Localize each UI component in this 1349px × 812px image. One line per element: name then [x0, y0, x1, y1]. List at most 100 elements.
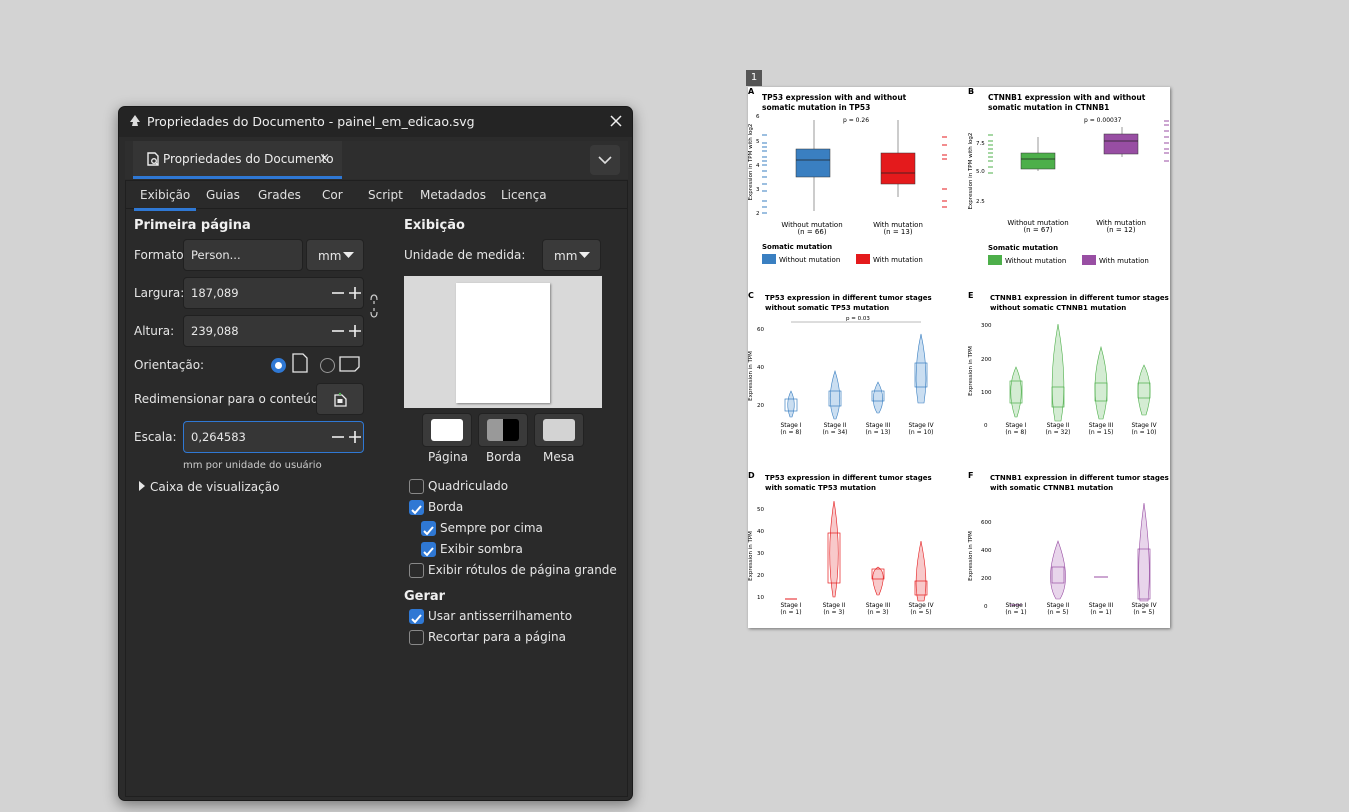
y-tick: 50 [757, 507, 764, 513]
tab-exibicao[interactable]: Exibição [133, 188, 197, 211]
scale-unit-hint: mm por unidade do usuário [183, 460, 322, 471]
height-spinbutton[interactable]: 239,088 [183, 315, 364, 347]
dock-tab-document-properties[interactable]: Propriedades do Documento × [133, 141, 342, 179]
check-icon [411, 614, 422, 624]
plus-icon[interactable] [348, 430, 362, 444]
chevron-right-icon[interactable] [138, 481, 146, 491]
lock-ratio-chain-icon[interactable] [369, 293, 379, 319]
portrait-radio[interactable] [271, 358, 286, 373]
p-value: p = 0.26 [843, 117, 869, 124]
minus-icon[interactable] [331, 286, 345, 300]
panel-letter: E [968, 291, 973, 300]
stage-label: Stage IV [1131, 422, 1157, 429]
y-axis-label: Expression in TPM with log2 [748, 124, 754, 201]
dock-menu-button[interactable] [590, 145, 620, 175]
stage-label: Stage II [1047, 602, 1070, 609]
scale-label: Escala: [134, 430, 177, 444]
clip-to-page-checkbox[interactable] [409, 630, 424, 645]
stage-label: Stage I [780, 602, 801, 609]
desk-color-button[interactable] [534, 413, 584, 447]
antialiasing-checkbox[interactable] [409, 609, 424, 624]
antialiasing-label: Usar antisserrilhamento [428, 609, 573, 623]
format-combo[interactable]: Person... [183, 239, 303, 271]
close-icon[interactable] [607, 112, 625, 130]
page-number-badge: 1 [746, 70, 762, 86]
x-n: (n = 67) [1023, 226, 1052, 234]
panel-subtitle: without somatic TP53 mutation [765, 304, 889, 312]
tab-script[interactable]: Script [368, 188, 403, 202]
landscape-radio[interactable] [320, 358, 335, 373]
tab-metadados[interactable]: Metadados [420, 188, 486, 202]
x-n: (n = 66) [797, 228, 826, 236]
y-tick: 5.0 [976, 169, 985, 175]
tab-guias[interactable]: Guias [206, 188, 240, 202]
legend-item: Without mutation [779, 256, 840, 264]
dock-tab-bar: Propriedades do Documento × [125, 141, 628, 179]
y-ticks: 6 5 4 3 2 [756, 114, 760, 217]
stage-n: (n = 1) [1005, 609, 1026, 616]
viewbox-expander[interactable]: Caixa de visualização [150, 480, 279, 494]
stage-label: Stage II [824, 422, 847, 429]
panel-subtitle: somatic mutation in TP53 [762, 103, 870, 112]
legend-swatch [762, 254, 776, 264]
stage-n: (n = 8) [780, 429, 801, 436]
legend-item: Without mutation [1005, 257, 1066, 265]
format-value: Person... [191, 248, 241, 262]
plus-icon[interactable] [348, 324, 362, 338]
y-axis-label: Expression in TPM [968, 531, 974, 581]
box-with-mutation [1103, 133, 1139, 155]
panel-title: CTNNB1 expression in different tumor sta… [990, 294, 1169, 302]
tab-grades[interactable]: Grades [258, 188, 301, 202]
border-checkbox[interactable] [409, 500, 424, 515]
checkerboard-checkbox[interactable] [409, 479, 424, 494]
y-tick: 20 [757, 403, 764, 409]
tab-licenca[interactable]: Licença [501, 188, 547, 202]
legend-swatch [856, 254, 870, 264]
y-tick: 3 [756, 187, 760, 193]
stage-n: (n = 15) [1089, 429, 1114, 436]
stage-n: (n = 5) [1133, 609, 1154, 616]
page-color-button[interactable] [422, 413, 472, 447]
desk-color-swatch [543, 419, 575, 441]
show-shadow-label: Exibir sombra [440, 542, 523, 556]
page-swatch-label: Página [428, 450, 468, 464]
border-color-button[interactable] [478, 413, 528, 447]
show-shadow-checkbox[interactable] [421, 542, 436, 557]
legend-item: With mutation [1099, 257, 1149, 265]
resize-to-content-button[interactable] [316, 383, 364, 415]
y-tick: 30 [757, 551, 764, 557]
stage-label: Stage III [866, 602, 891, 609]
width-label: Largura: [134, 286, 185, 300]
width-spinbutton[interactable]: 187,089 [183, 277, 364, 309]
dock-tab-label: Propriedades do Documento [163, 152, 334, 166]
window-title: Propriedades do Documento - painel_em_ed… [147, 114, 475, 129]
panel-title: CTNNB1 expression in different tumor sta… [990, 474, 1169, 482]
document-properties-dialog: Propriedades do Documento - painel_em_ed… [118, 106, 633, 801]
stage-label: Stage IV [1131, 602, 1157, 609]
tab-cor[interactable]: Cor [322, 188, 343, 202]
minus-icon[interactable] [331, 430, 345, 444]
panel-f: F CTNNB1 expression in different tumor s… [968, 471, 1169, 616]
x-n: (n = 12) [1106, 226, 1135, 234]
panel-title: TP53 expression in different tumor stage… [765, 474, 932, 482]
legend-swatch [1082, 255, 1096, 265]
display-unit-dropdown[interactable]: mm [542, 239, 601, 271]
minus-icon[interactable] [331, 324, 345, 338]
panel-letter: C [748, 291, 754, 300]
plus-icon[interactable] [348, 286, 362, 300]
display-unit-value: mm [554, 249, 578, 263]
border-color-swatch [487, 419, 519, 441]
always-on-top-checkbox[interactable] [421, 521, 436, 536]
canvas-page[interactable]: A TP53 expression with and without somat… [748, 87, 1170, 628]
scale-spinbutton[interactable]: 0,264583 [183, 421, 364, 453]
rug-right [942, 136, 947, 208]
panel-letter: F [968, 471, 973, 480]
stage-label: Stage I [1005, 602, 1026, 609]
stage-n: (n = 1) [1090, 609, 1111, 616]
format-unit-dropdown[interactable]: mm [306, 239, 364, 271]
dock-tab-close-icon[interactable]: × [319, 151, 330, 166]
x-n: (n = 13) [883, 228, 912, 236]
y-axis-label: Expression in TPM [748, 351, 754, 401]
large-page-labels-checkbox[interactable] [409, 563, 424, 578]
title-bar[interactable]: Propriedades do Documento - painel_em_ed… [119, 107, 632, 137]
